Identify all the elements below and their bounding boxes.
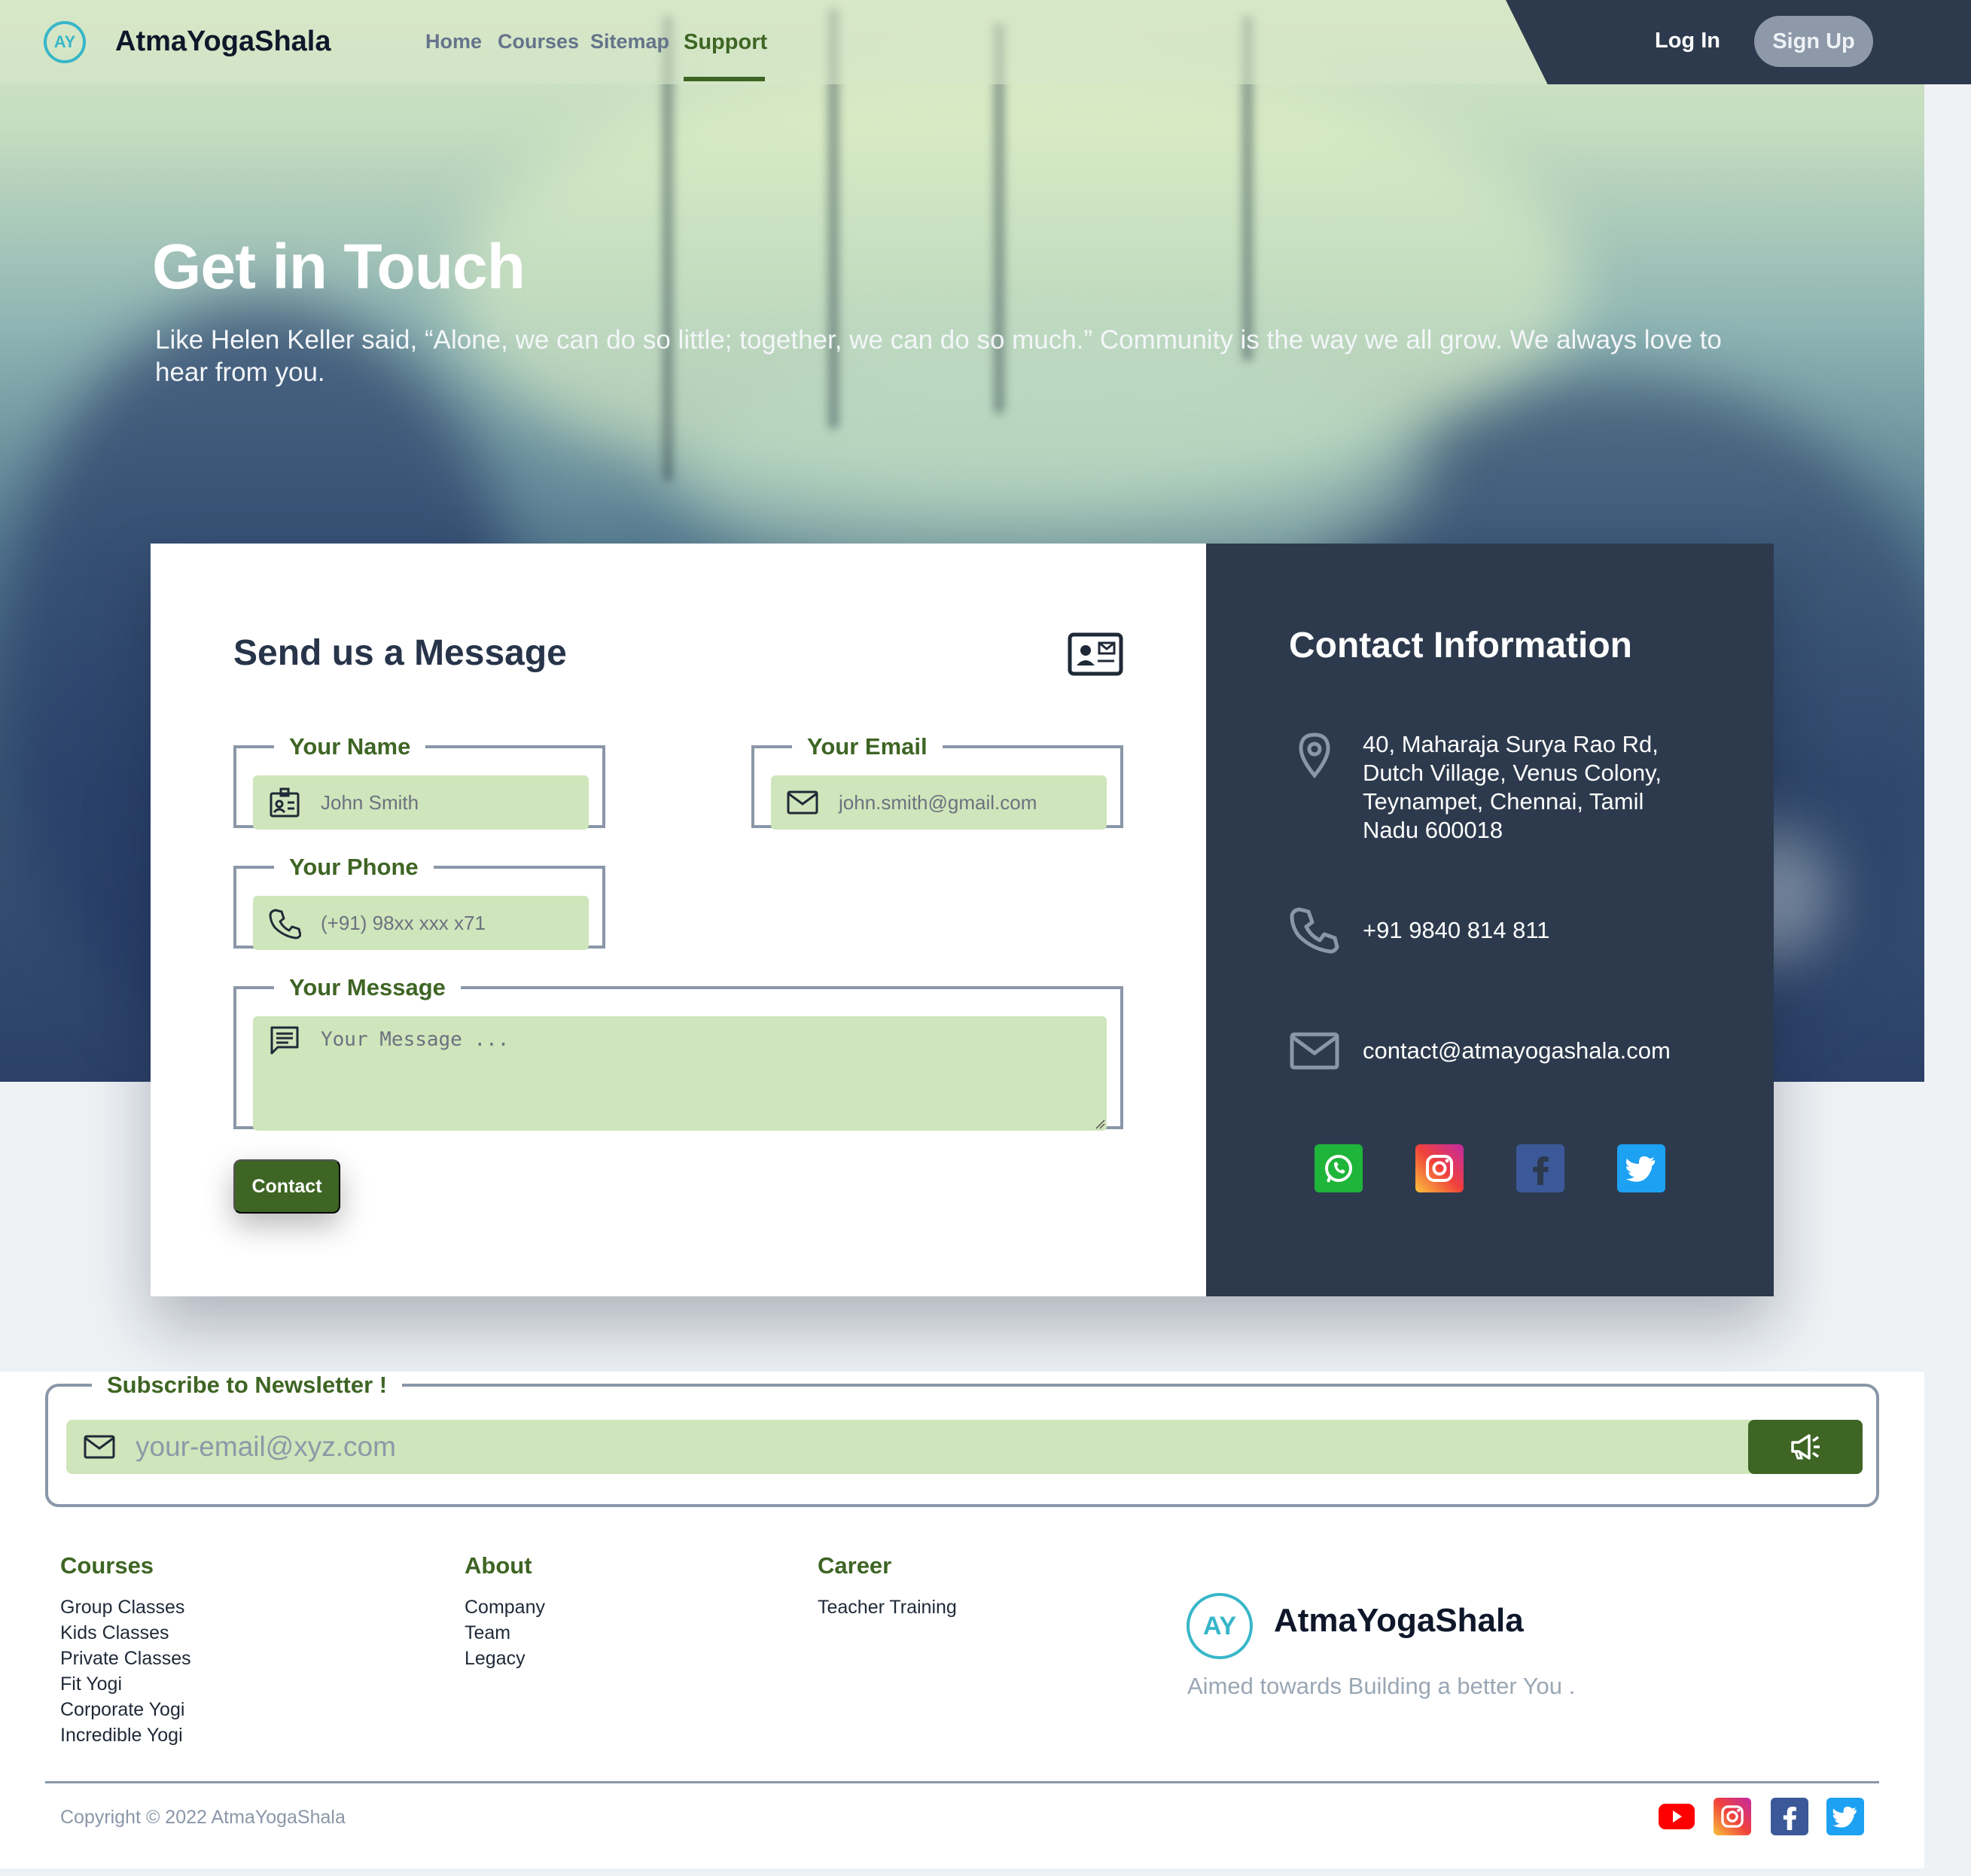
name-input[interactable]: John Smith: [253, 775, 589, 830]
auth-panel: [1506, 0, 1971, 84]
top-navbar: AY AtmaYogaShala Home Courses Sitemap Su…: [0, 0, 1971, 84]
footer-link[interactable]: Fit Yogi: [60, 1671, 191, 1697]
footer-about-heading: About: [465, 1552, 532, 1579]
footer-career-heading: Career: [818, 1552, 892, 1579]
email-text[interactable]: contact@atmayogashala.com: [1363, 1037, 1671, 1065]
name-label: Your Name: [289, 733, 411, 760]
phone-label: Your Phone: [289, 854, 419, 880]
message-field-group: Your Message Your Message ...: [233, 974, 1123, 1131]
contact-info-panel: Contact Information 40, Maharaja Surya R…: [1206, 544, 1774, 1296]
contact-card: Send us a Message Your Name John Smith Y…: [151, 544, 1774, 1296]
active-tab-indicator: [684, 77, 765, 81]
nav-support[interactable]: Support: [684, 30, 767, 55]
nav-home[interactable]: Home: [425, 30, 482, 53]
footer-link[interactable]: Incredible Yogi: [60, 1722, 191, 1748]
phone-input[interactable]: (+91) 98xx xxx x71: [253, 896, 589, 950]
message-label: Your Message: [289, 974, 446, 1000]
phone-icon: [1290, 907, 1339, 954]
message-textarea[interactable]: Your Message ...: [253, 1016, 1107, 1131]
name-field-group: Your Name John Smith: [233, 733, 605, 830]
phone-placeholder: (+91) 98xx xxx x71: [321, 911, 486, 934]
instagram-icon[interactable]: [1415, 1144, 1464, 1192]
footer-link[interactable]: Legacy: [465, 1646, 545, 1671]
footer-divider: [45, 1781, 1879, 1783]
footer-about-column: About Company Team Legacy: [465, 1552, 545, 1671]
footer: Subscribe to Newsletter ! your-email@xyz…: [0, 1372, 1924, 1868]
email-field-group: Your Email john.smith@gmail.com: [751, 733, 1123, 830]
email-label: Your Email: [807, 733, 928, 760]
hero-subtitle: Like Helen Keller said, “Alone, we can d…: [155, 325, 1722, 387]
newsletter-email-input[interactable]: your-email@xyz.com: [66, 1420, 1863, 1474]
phone-icon: [269, 909, 301, 940]
footer-link[interactable]: Corporate Yogi: [60, 1697, 191, 1722]
copyright-text: Copyright © 2022 AtmaYogaShala: [60, 1807, 346, 1828]
nav-courses[interactable]: Courses: [498, 30, 579, 53]
id-badge-icon: [270, 787, 300, 818]
footer-link[interactable]: Private Classes: [60, 1646, 191, 1671]
contact-card-icon: [1068, 632, 1123, 676]
phone-text[interactable]: +91 9840 814 811: [1363, 916, 1550, 945]
newsletter-label: Subscribe to Newsletter !: [107, 1372, 388, 1398]
brand-name[interactable]: AtmaYogaShala: [115, 26, 331, 58]
facebook-icon[interactable]: [1771, 1798, 1808, 1835]
email-placeholder: john.smith@gmail.com: [839, 790, 1037, 814]
email-row: contact@atmayogashala.com: [1289, 1025, 1671, 1077]
footer-courses-heading: Courses: [60, 1552, 154, 1579]
address-text: 40, Maharaja Surya Rao Rd, Dutch Village…: [1363, 731, 1662, 843]
whatsapp-icon[interactable]: [1315, 1144, 1363, 1192]
resize-handle-icon[interactable]: [1095, 1119, 1105, 1129]
footer-brand-name: AtmaYogaShala: [1274, 1602, 1524, 1639]
instagram-icon[interactable]: [1714, 1798, 1751, 1835]
footer-courses-column: Courses Group Classes Kids Classes Priva…: [60, 1552, 191, 1748]
footer-link[interactable]: Kids Classes: [60, 1620, 191, 1646]
footer-link[interactable]: Teacher Training: [818, 1594, 957, 1620]
facebook-icon[interactable]: [1516, 1144, 1564, 1192]
twitter-icon[interactable]: [1617, 1144, 1665, 1192]
login-button[interactable]: Log In: [1655, 29, 1720, 53]
footer-link[interactable]: Team: [465, 1620, 545, 1646]
youtube-icon[interactable]: [1658, 1798, 1695, 1835]
location-pin-icon: [1299, 732, 1330, 778]
phone-field-group: Your Phone (+91) 98xx xxx x71: [233, 854, 605, 950]
footer-link[interactable]: Group Classes: [60, 1594, 191, 1620]
nav-sitemap[interactable]: Sitemap: [590, 30, 669, 53]
message-form: Send us a Message Your Name John Smith Y…: [151, 544, 1206, 1296]
mail-icon: [84, 1435, 115, 1459]
twitter-icon[interactable]: [1826, 1798, 1864, 1835]
name-placeholder: John Smith: [321, 790, 419, 814]
signup-button[interactable]: Sign Up: [1754, 16, 1873, 67]
footer-logo-icon[interactable]: AY: [1187, 1593, 1253, 1659]
phone-row: +91 9840 814 811: [1289, 905, 1550, 956]
message-placeholder: Your Message ...: [321, 1028, 510, 1051]
footer-career-column: Career Teacher Training: [818, 1552, 957, 1620]
page-title: Get in Touch: [152, 231, 525, 302]
newsletter-group: Subscribe to Newsletter ! your-email@xyz…: [45, 1372, 1879, 1507]
mail-icon: [787, 790, 818, 815]
form-title: Send us a Message: [233, 633, 567, 673]
newsletter-placeholder: your-email@xyz.com: [136, 1431, 396, 1462]
contact-submit-button[interactable]: Contact: [233, 1159, 340, 1214]
footer-link[interactable]: Company: [465, 1594, 545, 1620]
newsletter-subscribe-button[interactable]: [1748, 1420, 1863, 1474]
mail-icon: [1290, 1032, 1339, 1070]
footer-tagline: Aimed towards Building a better You .: [1187, 1673, 1576, 1699]
brand-logo-icon[interactable]: AY: [44, 21, 86, 63]
address-row: 40, Maharaja Surya Rao Rd, Dutch Village…: [1289, 730, 1679, 845]
chat-icon: [270, 1026, 299, 1055]
contact-info-title: Contact Information: [1289, 626, 1632, 665]
megaphone-icon: [1791, 1434, 1820, 1460]
email-input[interactable]: john.smith@gmail.com: [771, 775, 1107, 830]
